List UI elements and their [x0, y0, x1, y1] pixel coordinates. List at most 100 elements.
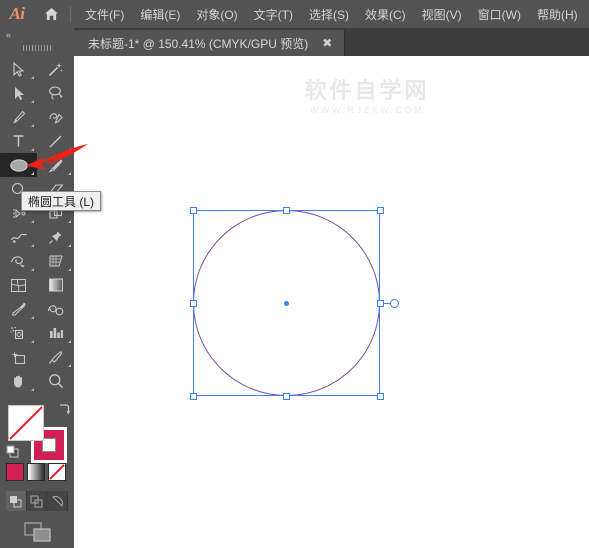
zoom-tool[interactable] — [37, 369, 74, 393]
menu-type[interactable]: 文字(T) — [246, 0, 301, 28]
mesh-tool[interactable] — [0, 273, 37, 297]
flyout-corner-icon — [68, 268, 71, 271]
draw-behind-button[interactable] — [27, 491, 48, 511]
flyout-corner-icon — [31, 172, 34, 175]
lasso-tool[interactable] — [37, 81, 74, 105]
menu-help[interactable]: 帮助(H) — [529, 0, 586, 28]
draw-inside-button[interactable] — [47, 491, 69, 511]
ai-logo-icon: Ai — [9, 4, 25, 23]
pushpin-icon — [49, 231, 62, 244]
swap-arrows-glyph — [60, 404, 70, 415]
handle-top-center[interactable] — [283, 206, 290, 214]
flyout-corner-icon — [68, 244, 71, 247]
home-icon[interactable] — [34, 0, 68, 28]
center-anchor-point — [284, 300, 289, 306]
tool-grid — [0, 55, 74, 393]
swap-fill-stroke-icon[interactable] — [57, 403, 70, 421]
collapse-panel-icon[interactable]: « — [0, 28, 74, 41]
tool-row — [0, 345, 74, 369]
arrow-cursor-icon — [13, 61, 25, 77]
menu-window[interactable]: 窗口(W) — [470, 0, 529, 28]
selection-tool[interactable] — [0, 57, 37, 81]
grip-dots — [23, 45, 51, 51]
ellipse-tool[interactable] — [0, 153, 37, 177]
tool-row — [0, 321, 74, 345]
direct-selection-tool[interactable] — [0, 81, 37, 105]
line-segment-tool[interactable] — [37, 129, 74, 153]
handle-middle-left[interactable] — [189, 299, 197, 307]
menu-view[interactable]: 视图(V) — [414, 0, 470, 28]
flyout-corner-icon — [31, 124, 34, 127]
selected-artwork[interactable] — [184, 201, 414, 411]
knife-icon — [49, 350, 63, 364]
tool-row — [0, 297, 74, 321]
flyout-corner-icon — [31, 268, 34, 271]
column-graph-tool[interactable] — [37, 321, 74, 345]
menu-file[interactable]: 文件(F) — [77, 0, 132, 28]
blend-tool[interactable] — [37, 297, 74, 321]
fill-swatch[interactable] — [8, 405, 44, 441]
line-diagonal-icon — [49, 135, 62, 147]
none-swatch-button[interactable] — [48, 463, 66, 481]
tool-row — [0, 105, 74, 129]
artboard-tool[interactable] — [0, 345, 37, 369]
type-tool[interactable] — [0, 129, 37, 153]
handle-bottom-center[interactable] — [283, 392, 290, 400]
handle-top-right[interactable] — [376, 206, 384, 214]
menu-object[interactable]: 对象(O) — [188, 0, 245, 28]
menu-select[interactable]: 选择(S) — [301, 0, 357, 28]
watermark: 软件自学网 WWW.RJZXW.COM — [292, 79, 442, 115]
illustrator-window: Ai 文件(F) 编辑(E) 对象(O) 文字(T) 选择(S) 效果(C) 视… — [0, 0, 589, 548]
document-tab-title: 未标题-1* @ 150.41% (CMYK/GPU 预览) — [88, 36, 309, 51]
puppet-warp-tool[interactable] — [0, 249, 37, 273]
flyout-corner-icon — [68, 340, 71, 343]
flyout-corner-icon — [31, 148, 34, 151]
blend-icon — [47, 304, 64, 315]
pen-tool[interactable] — [0, 105, 37, 129]
magic-wand-icon — [48, 62, 63, 76]
width-tool[interactable] — [0, 225, 37, 249]
flyout-corner-icon — [31, 220, 34, 223]
drag-grip-icon[interactable] — [0, 41, 74, 55]
flyout-corner-icon — [68, 220, 71, 223]
symbol-sprayer-tool[interactable] — [0, 321, 37, 345]
magic-wand-tool[interactable] — [37, 57, 74, 81]
color-swatch-button[interactable] — [6, 463, 24, 481]
eyedropper-tool[interactable] — [0, 297, 37, 321]
stroke-swatch-hole — [42, 438, 56, 452]
hand-tool[interactable] — [0, 369, 37, 393]
mesh-web-icon — [10, 255, 25, 267]
default-fill-stroke-icon[interactable] — [6, 445, 19, 463]
eyedropper-icon — [11, 302, 25, 316]
close-icon[interactable]: ✖ — [320, 36, 334, 50]
gradient-mesh-icon — [11, 278, 26, 292]
draw-normal-icon — [10, 495, 22, 507]
menu-edit[interactable]: 编辑(E) — [132, 0, 188, 28]
handle-bottom-right[interactable] — [376, 392, 384, 400]
tooltip: 椭圆工具 (L) — [21, 191, 102, 211]
curvature-tool[interactable] — [37, 105, 74, 129]
document-tab-bar: 未标题-1* @ 150.41% (CMYK/GPU 预览) ✖ — [74, 28, 589, 56]
tooltip-label: 椭圆工具 (L) — [28, 194, 95, 209]
screen-mode-button[interactable] — [0, 519, 74, 545]
draw-normal-button[interactable] — [6, 491, 27, 511]
free-transform-tool[interactable] — [37, 225, 74, 249]
gradient-tool[interactable] — [37, 273, 74, 297]
handle-top-left[interactable] — [189, 206, 197, 214]
menu-effect[interactable]: 效果(C) — [357, 0, 414, 28]
paintbrush-tool[interactable] — [37, 153, 74, 177]
symbol-sprayer-icon — [10, 326, 24, 339]
hand-icon — [13, 375, 22, 388]
none-slash-glyph — [49, 464, 65, 480]
tool-row — [0, 369, 74, 393]
flyout-corner-icon — [68, 364, 71, 367]
gradient-swatch-button[interactable] — [27, 463, 45, 481]
slice-tool[interactable] — [37, 345, 74, 369]
handle-bottom-left[interactable] — [189, 392, 197, 400]
draw-behind-icon — [30, 495, 43, 507]
menu-bar: Ai 文件(F) 编辑(E) 对象(O) 文字(T) 选择(S) 效果(C) 视… — [0, 0, 589, 28]
rotation-handle[interactable] — [390, 298, 399, 308]
artboard-canvas[interactable]: 软件自学网 WWW.RJZXW.COM — [74, 56, 589, 548]
perspective-grid-tool[interactable] — [37, 249, 74, 273]
document-tab[interactable]: 未标题-1* @ 150.41% (CMYK/GPU 预览) ✖ — [74, 30, 346, 56]
